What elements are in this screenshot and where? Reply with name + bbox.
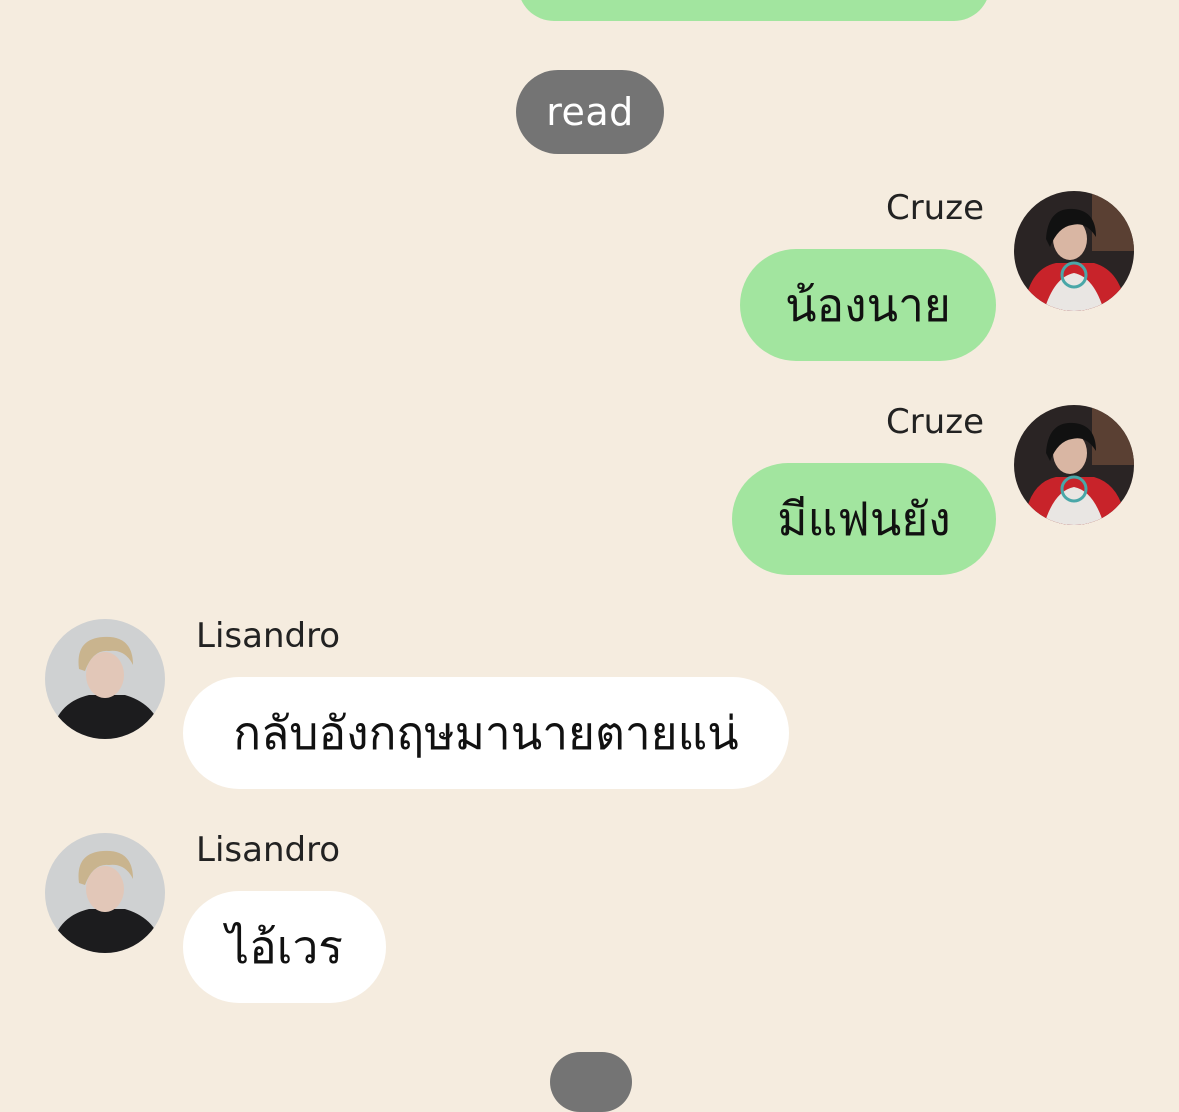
message-bubble-incoming[interactable]: ไอ้เวร [183, 891, 386, 1003]
read-receipt-pill: read [516, 70, 664, 154]
read-receipt-pill [550, 1052, 632, 1112]
lisandro-avatar[interactable] [45, 619, 165, 739]
message-text: กลับอังกฤษมานายตายแน่ [233, 705, 739, 760]
message-bubble-incoming[interactable]: กลับอังกฤษมานายตายแน่ [183, 677, 789, 789]
message-text: ไอ้เวร [225, 919, 344, 974]
previous-message-bubble[interactable] [518, 0, 990, 21]
read-receipt-label: read [546, 90, 634, 134]
message-bubble-outgoing[interactable]: น้องนาย [740, 249, 996, 361]
cruze-avatar[interactable] [1014, 191, 1134, 311]
message-text: มีแฟนยัง [777, 491, 951, 546]
message-text: น้องนาย [785, 277, 951, 332]
sender-name: Lisandro [196, 830, 341, 870]
chat-thread[interactable]: read Cruze น้องนาย Cruze มีแฟนยัง Lisand… [0, 0, 1179, 1112]
lisandro-avatar[interactable] [45, 833, 165, 953]
sender-name: Cruze [885, 402, 984, 442]
cruze-avatar[interactable] [1014, 405, 1134, 525]
message-bubble-outgoing[interactable]: มีแฟนยัง [732, 463, 996, 575]
sender-name: Cruze [885, 188, 984, 228]
sender-name: Lisandro [196, 616, 341, 656]
